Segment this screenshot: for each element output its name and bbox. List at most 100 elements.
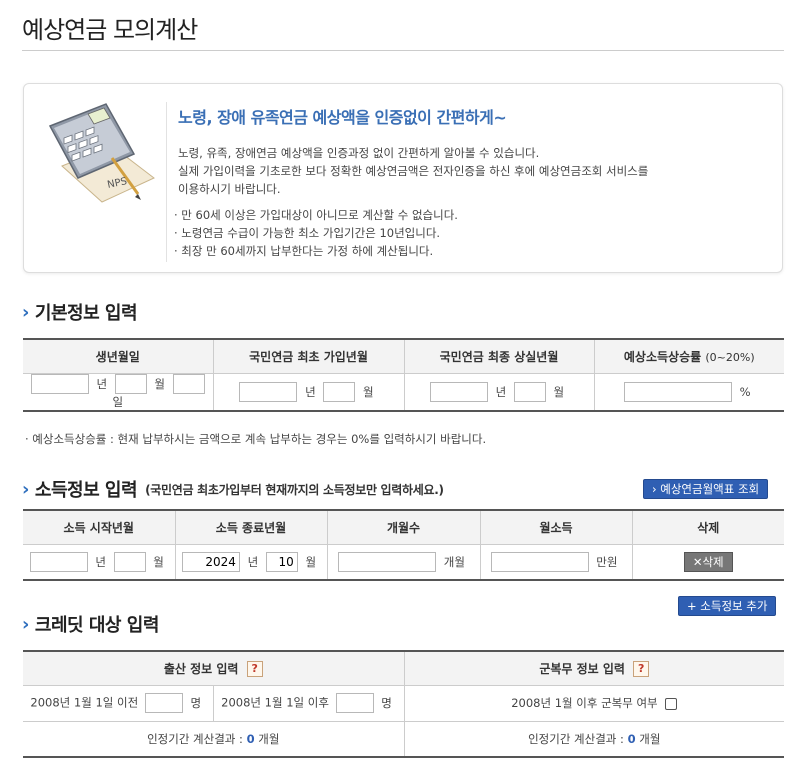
intro-bullet: · 최장 만 60세까지 납부한다는 가정 하에 계산됩니다. bbox=[174, 244, 434, 258]
monthly-income-input[interactable] bbox=[490, 551, 589, 572]
months-cell: 개월 bbox=[327, 544, 481, 581]
income-end-year-input[interactable] bbox=[181, 551, 240, 572]
military-result-label: 인정기간 계산결과 : bbox=[528, 731, 624, 746]
income-info-table: 소득 시작년월 소득 종료년월 개월수 월소득 삭제 년 월 년 월 개월 만원… bbox=[23, 509, 784, 581]
help-icon[interactable]: ? bbox=[246, 661, 263, 677]
birth-result-cell: 인정기간 계산결과 : 0 개월 bbox=[23, 721, 405, 758]
pension-table-lookup-button[interactable]: › 예상연금월액표 조회 bbox=[643, 479, 769, 499]
intro-divider bbox=[166, 102, 167, 262]
income-rate-note: · 예상소득상승률 : 현재 납부하시는 금액으로 계속 납부하는 경우는 0%… bbox=[25, 432, 487, 446]
header-delete: 삭제 bbox=[632, 510, 784, 545]
header-birthdate: 생년월일 bbox=[23, 339, 214, 374]
header-income-rate: 예상소득상승률 (0~20%) bbox=[594, 339, 784, 374]
military-result-cell: 인정기간 계산결과 : 0 개월 bbox=[404, 721, 784, 758]
unit-month: 월 bbox=[362, 384, 374, 399]
birth-result-unit: 개월 bbox=[258, 731, 280, 746]
unit-month: 월 bbox=[153, 554, 164, 569]
header-income-start: 소득 시작년월 bbox=[23, 510, 176, 545]
military-checkbox[interactable] bbox=[665, 697, 678, 710]
header-income-rate-text: 예상소득상승률 bbox=[623, 349, 702, 364]
basic-info-title-text: 기본정보 입력 bbox=[34, 303, 138, 324]
income-info-subtitle: (국민연금 최초가입부터 현재까지의 소득정보만 입력하세요.) bbox=[145, 482, 444, 497]
income-end-month-input[interactable] bbox=[265, 551, 298, 572]
unit-month: 월 bbox=[154, 376, 165, 391]
birth-info-header-text: 출산 정보 입력 bbox=[163, 661, 239, 676]
intro-bullets: · 만 60세 이상은 가입대상이 아니므로 계산할 수 없습니다. · 노령연… bbox=[174, 206, 764, 260]
military-info-header-text: 군복무 정보 입력 bbox=[539, 661, 625, 676]
birth-before-cell: 2008년 1월 1일 이전 명 bbox=[23, 685, 214, 722]
birth-after-cell: 2008년 1월 1일 이후 명 bbox=[213, 685, 405, 722]
military-label: 2008년 1월 이후 군복무 여부 bbox=[511, 696, 658, 710]
credit-title: › 크레딧 대상 입력 bbox=[22, 611, 159, 637]
unit-year: 년 bbox=[495, 384, 507, 399]
last-loss-month-input[interactable] bbox=[513, 381, 546, 402]
first-join-month-input[interactable] bbox=[323, 381, 356, 402]
unit-year: 년 bbox=[95, 554, 106, 569]
first-join-cell: 년 월 bbox=[213, 373, 405, 412]
income-end-cell: 년 월 bbox=[175, 544, 328, 581]
header-months: 개월수 bbox=[327, 510, 481, 545]
title-divider bbox=[22, 50, 784, 51]
birth-result-value: 0 bbox=[246, 731, 255, 746]
chevron-right-icon: › bbox=[22, 301, 29, 323]
income-rate-cell: % bbox=[594, 373, 784, 412]
intro-heading: 노령, 장애 유족연금 예상액을 인증없이 간편하게~ bbox=[178, 108, 507, 127]
add-income-button[interactable]: + 소득정보 추가 bbox=[678, 596, 777, 616]
header-military-info: 군복무 정보 입력 ? bbox=[404, 651, 784, 686]
birth-year-input[interactable] bbox=[30, 373, 89, 394]
intro-bullet: · 만 60세 이상은 가입대상이 아니므로 계산할 수 없습니다. bbox=[174, 208, 458, 222]
unit-month: 월 bbox=[553, 384, 565, 399]
unit-percent: % bbox=[739, 384, 751, 399]
unit-month: 월 bbox=[305, 554, 317, 569]
military-result-value: 0 bbox=[627, 731, 636, 746]
birth-before-label: 2008년 1월 1일 이전 bbox=[30, 695, 139, 710]
credit-title-text: 크레딧 대상 입력 bbox=[34, 615, 159, 636]
months-input[interactable] bbox=[338, 551, 437, 572]
rate-range: (0~20%) bbox=[705, 350, 755, 364]
military-result-unit: 개월 bbox=[639, 731, 661, 746]
intro-line: 노령, 유족, 장애연금 예상액을 인증과정 없이 간편하게 알아볼 수 있습니… bbox=[178, 146, 540, 160]
header-income-end: 소득 종료년월 bbox=[175, 510, 328, 545]
header-last-loss: 국민연금 최종 상실년월 bbox=[404, 339, 595, 374]
birth-result-label: 인정기간 계산결과 : bbox=[147, 731, 243, 746]
birth-month-input[interactable] bbox=[114, 373, 147, 394]
basic-info-title: › 기본정보 입력 bbox=[22, 299, 138, 325]
unit-day: 일 bbox=[112, 394, 124, 409]
intro-bullet: · 노령연금 수급이 가능한 최소 가입기간은 10년입니다. bbox=[174, 226, 441, 240]
intro-description: 노령, 유족, 장애연금 예상액을 인증과정 없이 간편하게 알아볼 수 있습니… bbox=[178, 144, 768, 198]
credit-table: 출산 정보 입력 ? 군복무 정보 입력 ? 2008년 1월 1일 이전 명 … bbox=[23, 650, 784, 758]
income-info-title: › 소득정보 입력 (국민연금 최초가입부터 현재까지의 소득정보만 입력하세요… bbox=[22, 476, 444, 502]
monthly-income-cell: 만원 bbox=[480, 544, 633, 581]
birth-before-count-input[interactable] bbox=[144, 693, 183, 713]
unit-year: 년 bbox=[96, 376, 108, 391]
last-loss-cell: 년 월 bbox=[404, 373, 595, 412]
delete-cell: ✕삭제 bbox=[632, 544, 784, 581]
unit-months: 개월 bbox=[443, 554, 465, 569]
income-start-month-input[interactable] bbox=[113, 551, 146, 572]
chevron-right-icon: › bbox=[22, 613, 29, 635]
first-join-year-input[interactable] bbox=[239, 381, 298, 402]
last-loss-year-input[interactable] bbox=[429, 381, 488, 402]
income-start-year-input[interactable] bbox=[29, 551, 88, 572]
help-icon[interactable]: ? bbox=[633, 661, 650, 677]
delete-row-button[interactable]: ✕삭제 bbox=[683, 551, 733, 572]
birth-after-count-input[interactable] bbox=[335, 693, 374, 713]
basic-info-table: 생년월일 국민연금 최초 가입년월 국민연금 최종 상실년월 예상소득상승률 (… bbox=[23, 338, 784, 412]
unit-year: 년 bbox=[305, 384, 316, 399]
page-title: 예상연금 모의계산 bbox=[22, 16, 198, 44]
income-start-cell: 년 월 bbox=[23, 544, 176, 581]
header-first-join: 국민연금 최초 가입년월 bbox=[213, 339, 405, 374]
unit-year: 년 bbox=[247, 554, 259, 569]
unit-person: 명 bbox=[381, 696, 392, 710]
intro-line: 이용하시기 바랍니다. bbox=[178, 182, 281, 196]
birth-day-input[interactable] bbox=[172, 373, 205, 394]
calculator-illustration-icon: NPS bbox=[48, 103, 155, 203]
header-monthly-income: 월소득 bbox=[480, 510, 633, 545]
birthdate-cell: 년 월 일 bbox=[23, 373, 214, 412]
chevron-right-icon: › bbox=[22, 478, 29, 500]
unit-person: 명 bbox=[190, 696, 202, 710]
header-birth-info: 출산 정보 입력 ? bbox=[23, 651, 405, 686]
intro-panel: NPS 노령, 장애 유족연금 예상액을 인증없이 간편하게~ 노령, 유족, … bbox=[23, 83, 783, 273]
birth-after-label: 2008년 1월 1일 이후 bbox=[221, 695, 329, 710]
income-rate-input[interactable] bbox=[623, 381, 732, 402]
